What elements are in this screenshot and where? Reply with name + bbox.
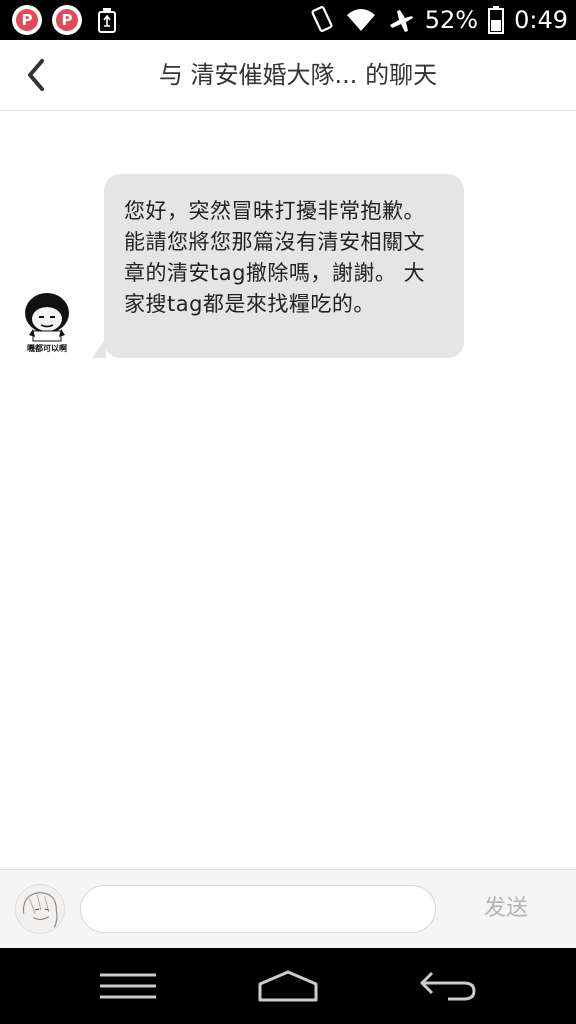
status-bar: P P 52% 0:49 [0, 0, 576, 40]
recycle-icon [98, 8, 116, 33]
message-bubble[interactable]: 您好，突然冒昧打擾非常抱歉。能請您將您那篇沒有清安相關文章的清安tag撤除嗎，謝… [92, 174, 464, 358]
system-status: 52% 0:49 [309, 0, 568, 40]
p-app-icon: P [52, 5, 82, 35]
back-icon [420, 971, 476, 1001]
send-button[interactable]: 发送 [466, 885, 546, 933]
menu-button[interactable] [93, 962, 163, 1010]
home-icon [258, 970, 318, 1002]
p-app-letter: P [16, 9, 38, 31]
composer: 发送 [0, 869, 576, 948]
message-list[interactable]: 您好，突然冒昧打擾非常抱歉。能請您將您那篇沒有清安相關文章的清安tag撤除嗎，謝… [0, 111, 576, 869]
vibrate-icon [311, 6, 333, 32]
page-title: 与 清安催婚大隊... 的聊天 [158, 61, 438, 89]
message-text: 您好，突然冒昧打擾非常抱歉。能請您將您那篇沒有清安相關文章的清安tag撤除嗎，謝… [124, 199, 426, 316]
my-avatar[interactable] [15, 884, 65, 934]
p-app-icon: P [12, 5, 42, 35]
sender-avatar[interactable]: 嘰都可以啊 [19, 291, 77, 355]
back-button[interactable] [16, 54, 56, 96]
battery-percent: 52% [424, 6, 479, 34]
home-button[interactable] [253, 962, 323, 1010]
chevron-left-icon [28, 59, 44, 91]
menu-icon [100, 973, 156, 999]
airplane-icon [389, 10, 413, 32]
nav-back-button[interactable] [413, 962, 483, 1010]
system-nav-bar [0, 948, 576, 1024]
message-input[interactable] [80, 885, 436, 933]
chat-header: 与 清安催婚大隊... 的聊天 [0, 40, 576, 111]
battery-icon [488, 6, 505, 34]
p-app-letter: P [56, 9, 78, 31]
wifi-icon [346, 9, 375, 31]
avatar-caption: 嘰都可以啊 [27, 343, 67, 353]
clock: 0:49 [514, 6, 568, 34]
notification-icons: P P [12, 5, 118, 35]
